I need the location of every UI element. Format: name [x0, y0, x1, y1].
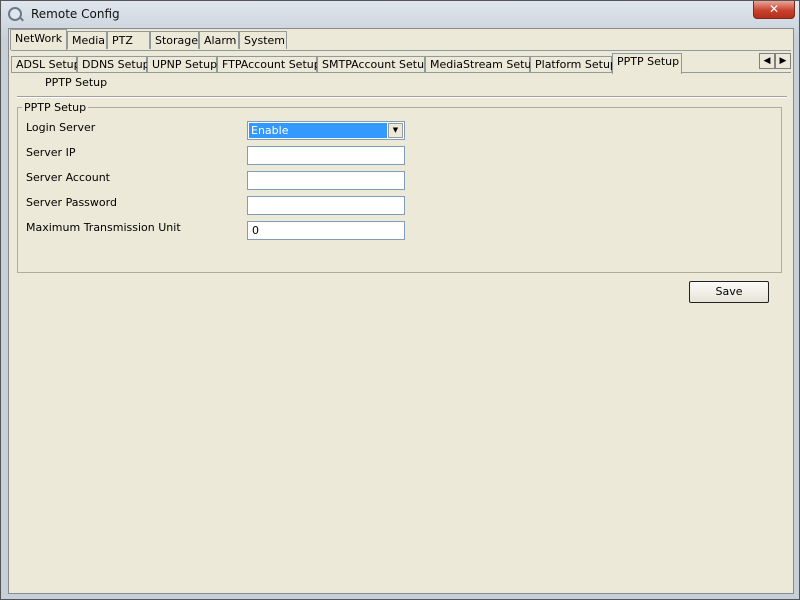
separator [17, 96, 787, 98]
chevron-down-icon[interactable]: ▼ [388, 123, 403, 138]
client-area: NetWork Media PTZ Storage Alarm System A… [8, 28, 794, 594]
subtab-adsl[interactable]: ADSL Setup [11, 56, 81, 73]
subtab-ftpaccount[interactable]: FTPAccount Setup [217, 56, 321, 73]
tab-ptz[interactable]: PTZ [107, 31, 150, 49]
remote-config-window: Remote Config ✕ NetWork Media PTZ Storag… [0, 0, 800, 600]
page-label: PPTP Setup [45, 76, 108, 89]
server-ip-label: Server IP [26, 146, 76, 159]
server-account-label: Server Account [26, 171, 110, 184]
subtab-pptp[interactable]: PPTP Setup [612, 53, 682, 74]
tab-network[interactable]: NetWork [10, 29, 67, 50]
server-account-input[interactable] [247, 171, 405, 190]
login-server-select[interactable]: Enable ▼ [247, 121, 405, 140]
close-button[interactable]: ✕ [753, 1, 795, 19]
mtu-input[interactable]: 0 [247, 221, 405, 240]
tab-divider [11, 50, 791, 51]
login-server-label: Login Server [26, 121, 96, 134]
title-bar[interactable]: Remote Config ✕ [1, 1, 799, 27]
subtab-upnp[interactable]: UPNP Setup [147, 56, 217, 73]
tab-system[interactable]: System [239, 31, 287, 49]
subtab-ddns[interactable]: DDNS Setup [77, 56, 150, 73]
tab-media[interactable]: Media [67, 31, 107, 49]
tab-storage[interactable]: Storage [150, 31, 199, 49]
subtab-smtpaccount[interactable]: SMTPAccount Setup [317, 56, 431, 73]
magnifier-icon [8, 7, 22, 21]
login-server-value: Enable [248, 122, 388, 139]
subtab-platform[interactable]: Platform Setup [530, 56, 617, 73]
window-title: Remote Config [31, 7, 120, 21]
server-ip-input[interactable] [247, 146, 405, 165]
subtab-mediastream[interactable]: MediaStream Setup [425, 56, 538, 73]
tab-alarm[interactable]: Alarm [199, 31, 239, 49]
group-title: PPTP Setup [22, 101, 89, 114]
mtu-label: Maximum Transmission Unit [26, 221, 181, 234]
server-password-input[interactable] [247, 196, 405, 215]
save-button[interactable]: Save [689, 281, 769, 303]
scroll-right-button[interactable]: ▶ [775, 53, 791, 69]
scroll-left-button[interactable]: ◀ [759, 53, 775, 69]
server-password-label: Server Password [26, 196, 117, 209]
